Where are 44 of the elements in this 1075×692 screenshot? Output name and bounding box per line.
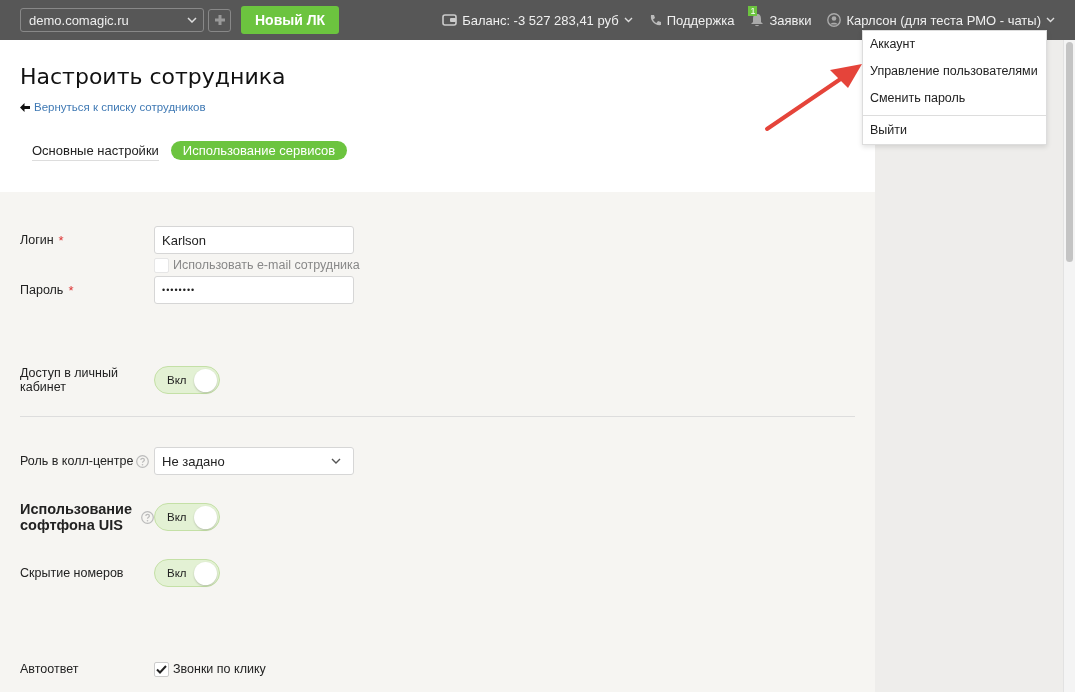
menu-item[interactable]: Выйти xyxy=(863,115,1046,144)
wallet-icon xyxy=(442,14,458,26)
add-button[interactable] xyxy=(208,8,231,32)
help-icon[interactable] xyxy=(136,454,150,468)
checkbox-label: Звонки по клику xyxy=(173,662,266,676)
checkbox[interactable] xyxy=(154,661,169,677)
field-label: Логин xyxy=(20,233,54,247)
arrow-left-icon xyxy=(20,102,30,112)
count-badge: 1 xyxy=(748,5,758,16)
phone-icon xyxy=(648,13,662,27)
toggle-switch[interactable]: Вкл xyxy=(154,366,220,394)
plus-icon xyxy=(213,14,226,26)
password-input[interactable]: •••••••• xyxy=(154,276,354,304)
chevron-down-icon xyxy=(623,17,633,23)
site-select[interactable]: demo.comagic.ru xyxy=(20,8,204,32)
checkbox-label: Использовать e-mail сотрудника xyxy=(173,258,360,272)
chevron-down-icon xyxy=(331,458,341,464)
menu-item[interactable]: Сменить пароль xyxy=(863,85,1046,112)
field-label: Роль в колл-центре xyxy=(20,454,134,468)
login-input[interactable]: Karlson xyxy=(154,226,354,254)
user-menu-button[interactable]: Карлсон (для теста РМО - чаты) xyxy=(827,12,1055,28)
field-label: Пароль xyxy=(20,283,64,297)
field-label: Доступ в личный кабинет xyxy=(20,366,119,394)
field-label: Использование софтфона UIS xyxy=(20,501,134,533)
toggle-switch[interactable]: Вкл xyxy=(154,559,220,587)
support-link[interactable]: Поддержка xyxy=(648,12,735,28)
balance-link[interactable]: Баланс: -3 527 283,41 руб xyxy=(442,12,633,28)
bell-icon xyxy=(750,13,765,27)
toggle-switch[interactable]: Вкл xyxy=(154,503,220,531)
tab[interactable]: Основные настройки xyxy=(32,140,159,161)
required-mark: * xyxy=(68,282,74,298)
chevron-down-icon xyxy=(187,17,197,23)
scrollbar-thumb[interactable] xyxy=(1066,42,1073,262)
menu-item[interactable]: Аккаунт xyxy=(863,31,1046,58)
field-label: Скрытие номеров xyxy=(20,566,124,580)
page-title: Настроить сотрудника xyxy=(20,64,287,89)
field-label: Автоответ xyxy=(20,662,79,676)
help-icon[interactable] xyxy=(141,510,154,524)
back-link[interactable]: Вернуться к списку сотрудников xyxy=(20,101,206,113)
required-mark: * xyxy=(58,232,64,248)
chevron-down-icon xyxy=(1046,17,1055,23)
user-avatar-icon xyxy=(827,13,842,27)
menu-item[interactable]: Управление пользователями xyxy=(863,58,1046,85)
role-select[interactable]: Не задано xyxy=(154,447,354,475)
